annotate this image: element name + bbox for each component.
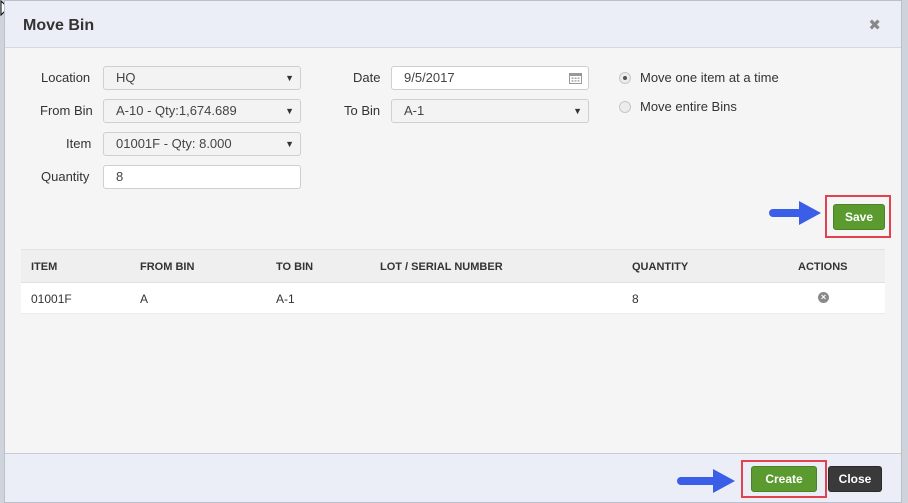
table-header: ITEM FROM BIN TO BIN LOT / SERIAL NUMBER… [21,249,885,283]
move-one-radio[interactable] [619,72,631,84]
calendar-icon[interactable] [569,72,582,84]
date-input[interactable]: 9/5/2017 [391,66,589,90]
to-bin-select[interactable]: A-1 ▼ [391,99,589,123]
date-value: 9/5/2017 [404,70,455,85]
chevron-down-icon: ▼ [285,73,294,83]
close-button[interactable]: Close [828,466,882,492]
move-entire-label[interactable]: Move entire Bins [640,99,737,114]
dialog-header: Move Bin ✖ [5,1,901,48]
arrow-right-icon [769,201,821,225]
cell-item: 01001F [31,292,72,306]
remove-row-icon[interactable]: × [818,292,829,303]
move-one-label[interactable]: Move one item at a time [640,70,779,85]
items-table: ITEM FROM BIN TO BIN LOT / SERIAL NUMBER… [21,249,885,314]
column-header-actions: ACTIONS [798,261,848,273]
location-label: Location [41,70,91,85]
cell-quantity: 8 [632,292,639,306]
move-bin-dialog: Move Bin ✖ Location HQ ▼ From Bin A-10 -… [4,0,902,503]
column-header-to-bin: TO BIN [276,261,314,273]
location-select[interactable]: HQ ▼ [103,66,301,90]
arrow-right-icon [677,469,735,493]
cell-to-bin: A-1 [276,292,295,306]
close-icon[interactable]: ✖ [868,18,881,33]
location-value: HQ [116,70,136,85]
column-header-from-bin: FROM BIN [140,261,195,273]
date-label: Date [353,70,381,85]
quantity-label: Quantity [41,169,90,184]
item-value: 01001F - Qty: 8.000 [116,136,232,151]
cell-from-bin: A [140,292,149,306]
quantity-input[interactable]: 8 [103,165,301,189]
column-header-quantity: QUANTITY [632,261,689,273]
item-label: Item [66,136,92,151]
to-bin-label: To Bin [344,103,381,118]
dialog-title: Move Bin [23,17,95,34]
table-row: 01001F A A-1 8 × [21,283,885,314]
save-button[interactable]: Save [833,204,885,230]
column-header-item: ITEM [31,261,58,273]
column-header-lot-serial: LOT / SERIAL NUMBER [380,261,503,273]
move-entire-radio[interactable] [619,101,631,113]
create-button[interactable]: Create [751,466,817,492]
chevron-down-icon: ▼ [285,139,294,149]
to-bin-value: A-1 [404,103,425,118]
from-bin-select[interactable]: A-10 - Qty:1,674.689 ▼ [103,99,301,123]
chevron-down-icon: ▼ [285,106,294,116]
quantity-value: 8 [116,169,124,184]
from-bin-label: From Bin [40,103,93,118]
from-bin-value: A-10 - Qty:1,674.689 [116,103,237,118]
chevron-down-icon: ▼ [573,106,582,116]
item-select[interactable]: 01001F - Qty: 8.000 ▼ [103,132,301,156]
